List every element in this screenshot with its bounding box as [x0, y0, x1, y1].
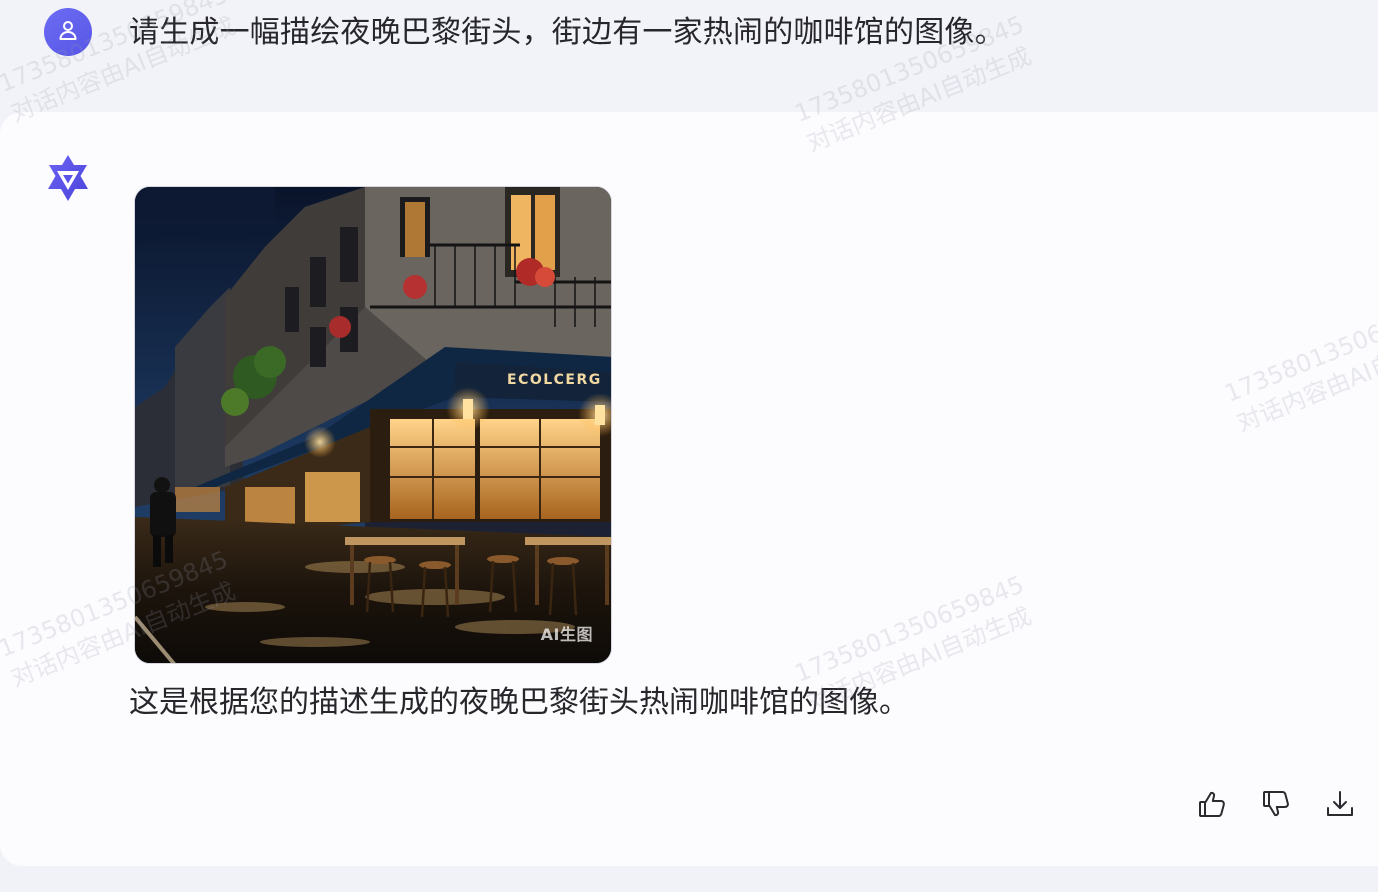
- user-avatar: [44, 8, 92, 56]
- assistant-logo-icon: [42, 152, 94, 204]
- generated-image[interactable]: ECOLCERG AI生图: [134, 186, 612, 664]
- user-icon: [56, 18, 80, 46]
- user-message-text: 请生成一幅描绘夜晚巴黎街头，街边有一家热闹的咖啡馆的图像。: [129, 15, 1005, 50]
- thumbs-up-icon: [1196, 788, 1228, 824]
- dislike-button[interactable]: [1256, 786, 1296, 826]
- cafe-sign: ECOLCERG: [507, 372, 602, 388]
- assistant-message-text: 这是根据您的描述生成的夜晚巴黎街头热闹咖啡馆的图像。: [129, 685, 909, 720]
- thumbs-down-icon: [1260, 788, 1292, 824]
- download-button[interactable]: [1320, 786, 1360, 826]
- like-button[interactable]: [1192, 786, 1232, 826]
- ai-image-badge: AI生图: [540, 625, 593, 644]
- user-message-row: 请生成一幅描绘夜晚巴黎街头，街边有一家热闹的咖啡馆的图像。: [0, 0, 1378, 112]
- download-icon: [1324, 788, 1356, 824]
